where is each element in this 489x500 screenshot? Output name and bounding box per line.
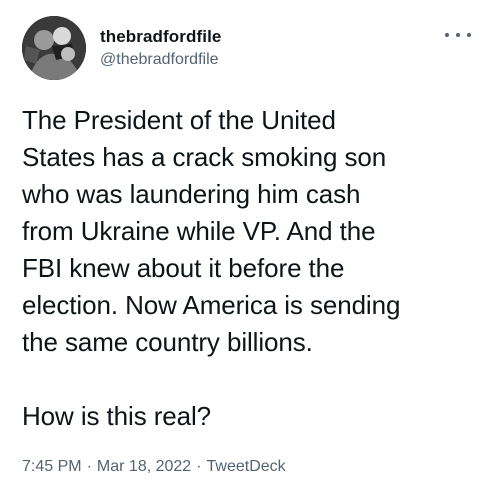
- more-dot: [456, 33, 460, 37]
- tweet-header: thebradfordfile @thebradfordfile: [22, 14, 471, 86]
- author-names: thebradfordfile @thebradfordfile: [100, 26, 221, 71]
- avatar-image: [22, 16, 86, 80]
- more-dot: [467, 33, 471, 37]
- user-handle[interactable]: @thebradfordfile: [100, 49, 221, 71]
- tweet-metadata: 7:45 PM · Mar 18, 2022 · TweetDeck: [22, 456, 286, 478]
- more-options-icon[interactable]: [445, 28, 471, 42]
- meta-separator: ·: [196, 458, 202, 475]
- tweet-date[interactable]: Mar 18, 2022: [97, 458, 191, 475]
- display-name[interactable]: thebradfordfile: [100, 26, 221, 48]
- more-dot: [445, 33, 449, 37]
- avatar[interactable]: [22, 16, 86, 80]
- tweet-text: The President of the United States has a…: [22, 105, 401, 431]
- meta-separator: ·: [86, 458, 92, 475]
- tweet-time[interactable]: 7:45 PM: [22, 458, 82, 475]
- tweet-source[interactable]: TweetDeck: [207, 458, 286, 475]
- tweet-card: thebradfordfile @thebradfordfile The Pre…: [0, 0, 489, 500]
